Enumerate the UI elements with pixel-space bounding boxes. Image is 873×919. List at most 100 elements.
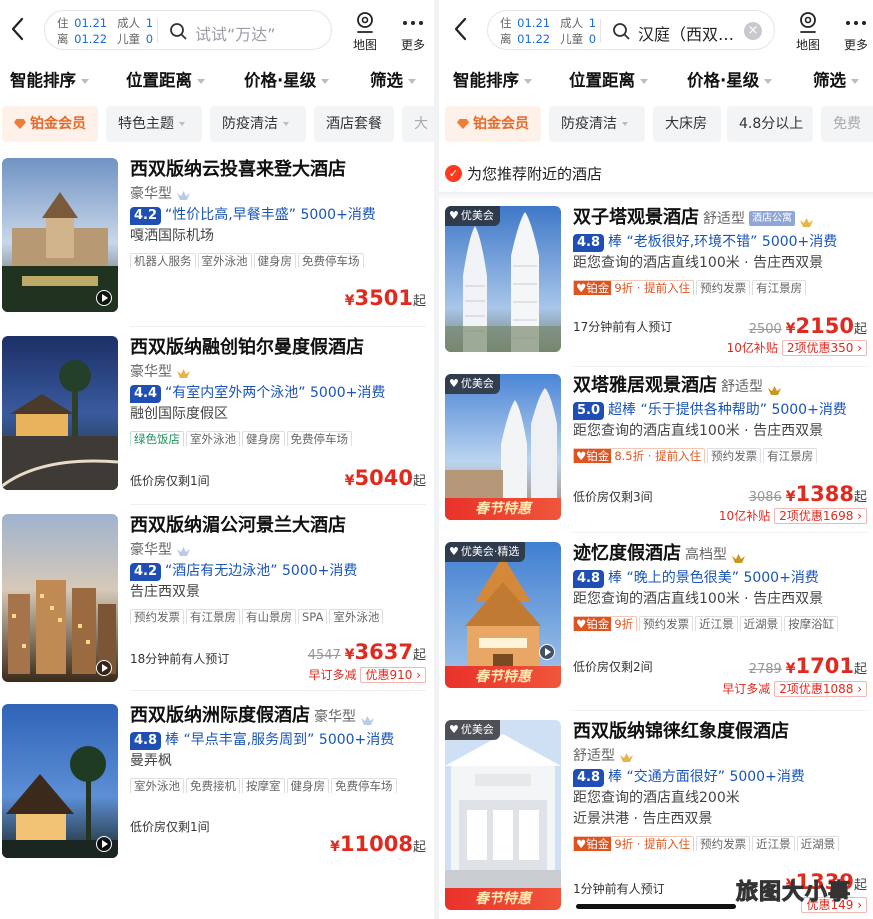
score-word: 棒	[608, 769, 623, 785]
hotel-name[interactable]: 西双版纳锦徕红象度假酒店	[573, 720, 867, 744]
search-box[interactable]: 住 01.21 成人 1 离 01.22 儿童 0 试试“万达”	[44, 10, 332, 50]
rating-score: 4.2	[130, 563, 162, 581]
date-guest-summary[interactable]: 住 01.21 成人 1 离 01.22 儿童 0	[57, 15, 155, 47]
facility-tag: 按摩室	[242, 778, 285, 793]
video-play-icon[interactable]	[96, 836, 112, 852]
hotel-name[interactable]: 迹忆度假酒店 高档型	[573, 542, 867, 567]
member-badge: ♥ 优美会	[445, 206, 500, 226]
more-label: 更多	[400, 38, 425, 52]
hotel-location: 曼弄枫	[130, 753, 172, 769]
date-guest-summary[interactable]: 住 01.21 成人 1 离 01.22 儿童 0	[500, 15, 598, 47]
chip-clean[interactable]: 防疫清洁	[210, 106, 306, 142]
hotel-name[interactable]: 西双版纳融创铂尔曼度假酒店	[130, 336, 426, 360]
hotel-price: ¥11008起	[330, 832, 426, 856]
promo-info[interactable]: 早订多减 2项优惠1088 ›	[722, 680, 867, 697]
facility-tag: 有江景房	[186, 609, 240, 624]
chip-platinum-member[interactable]: 铂金会员	[2, 106, 98, 142]
more-button[interactable]: 更多	[839, 10, 873, 53]
hotel-card[interactable]: 西双版纳云投喜来登大酒店 豪华型 4.2 “性价比高,早餐丰盛” 5000+消费 …	[0, 158, 434, 328]
caret-down-icon	[197, 79, 205, 84]
video-play-icon[interactable]	[96, 290, 112, 306]
facility-tag: 免费接机	[186, 778, 240, 793]
video-play-icon[interactable]	[96, 660, 112, 676]
hotel-price: 2789 ¥1701起	[748, 654, 867, 678]
chip-rating-48[interactable]: 4.8分以上	[727, 106, 813, 142]
chip-theme[interactable]: 特色主题	[106, 106, 202, 142]
hotel-name[interactable]: 西双版纳云投喜来登大酒店	[130, 158, 426, 182]
hotel-image	[2, 514, 118, 682]
chip-package[interactable]: 酒店套餐	[314, 106, 394, 142]
promo-info[interactable]: 10亿补贴 2项优惠1698 ›	[719, 507, 867, 524]
more-button[interactable]: 更多	[396, 10, 430, 53]
back-button[interactable]	[451, 16, 471, 42]
chip-platinum-member[interactable]: 铂金会员	[445, 106, 541, 142]
hotel-photo[interactable]: ♥ 优美会	[445, 206, 561, 352]
chip-partial[interactable]: 大	[402, 106, 434, 142]
hotel-photo[interactable]	[2, 158, 118, 312]
search-box[interactable]: 住 01.21 成人 1 离 01.22 儿童 0 汉庭（西双… ×	[487, 10, 775, 50]
right-panel: 住 01.21 成人 1 离 01.22 儿童 0 汉庭（西双… × 地图 更多 智…	[439, 0, 873, 919]
hotel-photo[interactable]: ♥ 优美会 春节特惠	[445, 720, 561, 910]
top-bar: 住 01.21 成人 1 离 01.22 儿童 0 试试“万达” 地图 更多	[0, 0, 434, 64]
original-price: 4547	[307, 648, 341, 663]
sort-distance[interactable]: 位置距离	[126, 67, 205, 91]
sort-filter[interactable]: 筛选	[370, 67, 416, 91]
hotel-name[interactable]: 双子塔观景酒店 舒适型 酒店公寓	[573, 206, 867, 231]
map-button[interactable]: 地图	[348, 10, 382, 53]
sort-smart[interactable]: 智能排序	[453, 67, 532, 91]
hotel-location: 融创国际度假区	[130, 406, 228, 422]
map-button[interactable]: 地图	[791, 10, 825, 53]
hotel-card[interactable]: 西双版纳湄公河景兰大酒店 豪华型 4.2 “酒店有无边泳池” 5000+消费 告庄…	[0, 514, 434, 684]
chip-clean[interactable]: 防疫清洁	[549, 106, 645, 142]
sort-price-star[interactable]: 价格·星级	[687, 67, 773, 91]
video-play-icon[interactable]	[539, 644, 555, 660]
caret-down-icon	[321, 79, 330, 84]
divider	[573, 710, 867, 711]
hotel-name[interactable]: 双塔雅居观景酒店 舒适型	[573, 374, 867, 399]
booking-note: 1分钟前有人预订	[573, 882, 665, 896]
more-dots-icon	[846, 21, 866, 25]
hotel-level: 舒适型	[721, 379, 763, 395]
back-button[interactable]	[8, 16, 28, 42]
clear-icon[interactable]: ×	[744, 22, 762, 40]
hotel-card[interactable]: ♥ 优美会 双子塔观景酒店 舒适型 酒店公寓 4.8 棒 “老板很好,环境不错” 500…	[439, 206, 873, 366]
search-input[interactable]: 试试“万达”	[195, 21, 276, 45]
hotel-card[interactable]: ♥ 优美会 春节特惠 双塔雅居观景酒店 舒适型 5.0 超棒 “乐于提供各种帮助” 5…	[439, 374, 873, 524]
sort-smart[interactable]: 智能排序	[10, 67, 89, 91]
hotel-level: 豪华型	[130, 186, 172, 202]
chip-partial[interactable]: 免费	[821, 106, 873, 142]
hotel-photo[interactable]	[2, 704, 118, 858]
sort-price-star[interactable]: 价格·星级	[244, 67, 330, 91]
hotel-card[interactable]: 西双版纳洲际度假酒店 豪华型 4.8 棒 “早点丰富,服务周到” 5000+消费 曼…	[0, 704, 434, 874]
facility-tag: 预约发票	[130, 609, 184, 624]
map-label: 地图	[352, 38, 377, 52]
search-input[interactable]: 汉庭（西双…	[638, 21, 734, 45]
hotel-location-area: 近景洪港 · 告庄西双景	[573, 811, 713, 827]
sort-filter[interactable]: 筛选	[813, 67, 859, 91]
hotel-photo[interactable]	[2, 336, 118, 490]
home-indicator	[576, 904, 736, 909]
chevron-left-icon	[11, 17, 24, 41]
facility-tag: 室外泳池	[130, 778, 184, 793]
divider	[573, 366, 867, 367]
sort-distance[interactable]: 位置距离	[569, 67, 648, 91]
chip-kingbed[interactable]: 大床房	[653, 106, 721, 142]
score-word: 超棒	[608, 402, 637, 418]
hotel-name[interactable]: 西双版纳洲际度假酒店 豪华型	[130, 704, 426, 729]
spring-festival-banner: 春节特惠	[445, 888, 561, 910]
hotel-photo[interactable]: ♥ 优美会 春节特惠	[445, 374, 561, 520]
diamond-grade-icon	[176, 544, 191, 556]
hotel-photo[interactable]	[2, 514, 118, 682]
hotel-photo[interactable]: ♥ 优美会·精选 春节特惠	[445, 542, 561, 688]
platinum-discount-tag: ♥铂金 9折 · 提前入住	[573, 836, 695, 851]
promo-info[interactable]: 10亿补贴 2项优惠350 ›	[727, 339, 867, 356]
promo-info[interactable]: 早订多减 优惠910 ›	[308, 666, 426, 683]
consume-count: 5000+消费	[318, 732, 395, 748]
facility-tags: ♥铂金 9折 · 提前入住 预约发票 有江景房	[573, 277, 867, 295]
hotel-level: 豪华型	[130, 542, 172, 558]
hotel-name[interactable]: 西双版纳湄公河景兰大酒店	[130, 514, 426, 538]
hotel-card[interactable]: ♥ 优美会·精选 春节特惠 迹忆度假酒店 高档型 4.8 棒 “晚上的景色很美” 50…	[439, 542, 873, 702]
hotel-card[interactable]: 西双版纳融创铂尔曼度假酒店 豪华型 4.4 “有室内室外两个泳池” 5000+消费…	[0, 336, 434, 506]
hotel-location: 距您查询的酒店直线100米 · 告庄西双景	[573, 591, 824, 607]
review-snippet: “晚上的景色很美”	[626, 570, 739, 586]
